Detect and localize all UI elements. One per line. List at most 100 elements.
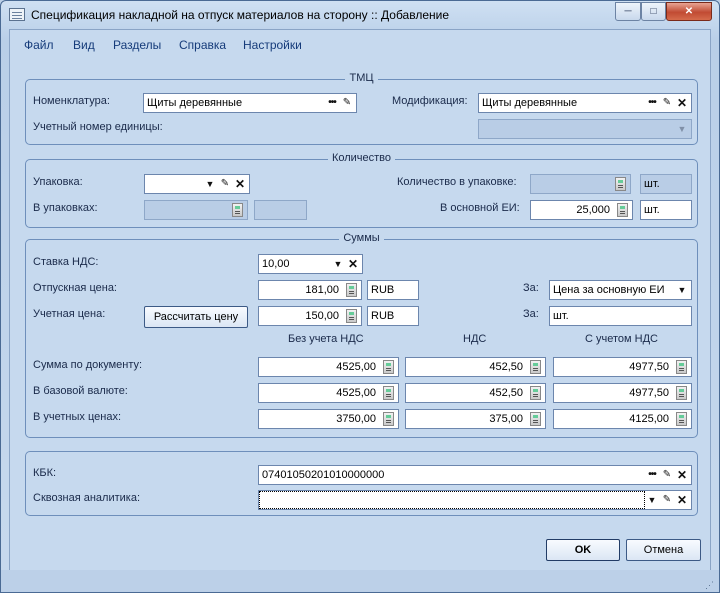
status-bar: ⋰ [1, 570, 719, 592]
resize-grip-icon[interactable]: ⋰ [705, 580, 715, 590]
ok-button[interactable]: OK [546, 539, 620, 561]
calculator-icon[interactable] [383, 412, 394, 426]
amount-value: 4977,50 [629, 361, 669, 373]
account-prices-vat[interactable]: 375,00 [405, 409, 546, 429]
package-select[interactable]: ▼ ✎ ✕ [144, 174, 250, 194]
amount-value: 452,50 [489, 387, 523, 399]
menu-file[interactable]: Файл [24, 38, 54, 52]
in-packages-extra [254, 200, 307, 220]
chevron-down-icon[interactable]: ▼ [675, 122, 689, 136]
account-price-value: 150,00 [305, 310, 339, 322]
calculator-icon[interactable] [346, 283, 357, 297]
qty-in-package-unit: шт. [640, 174, 692, 194]
edit-icon[interactable]: ✎ [660, 493, 674, 507]
calculator-icon[interactable] [617, 203, 628, 217]
amount-value: 452,50 [489, 361, 523, 373]
base-unit-unit: шт. [640, 200, 692, 220]
clear-icon[interactable]: ✕ [675, 96, 689, 110]
quantity-group-title: Количество [327, 152, 396, 164]
base-unit-qty-field[interactable]: 25,000 [530, 200, 633, 220]
base-currency-with-vat[interactable]: 4977,50 [553, 383, 692, 403]
minimize-button[interactable]: ─ [615, 2, 641, 21]
lookup-dots-icon[interactable]: ••• [645, 468, 659, 482]
menu-sections[interactable]: Разделы [113, 38, 161, 52]
edit-icon[interactable]: ✎ [340, 96, 354, 110]
base-currency-vat[interactable]: 452,50 [405, 383, 546, 403]
clear-icon[interactable]: ✕ [675, 468, 689, 482]
account-price-currency: RUB [367, 306, 419, 326]
unit-account-number-select[interactable]: ▼ [478, 119, 692, 139]
sums-group: Суммы Ставка НДС: 10,00 ▼ ✕ Отпускная це… [25, 232, 698, 438]
close-window-button[interactable]: ✕ [666, 2, 712, 21]
nomenclature-value: Щиты деревянные [147, 97, 243, 109]
release-price-field[interactable]: 181,00 [258, 280, 362, 300]
tmc-group: ТМЦ Номенклатура: Щиты деревянные ••• ✎ … [25, 72, 698, 145]
dialog-window: Спецификация накладной на отпуск материа… [0, 0, 720, 593]
sum-document-label: Сумма по документу: [33, 359, 143, 371]
qty-in-package-field[interactable] [530, 174, 631, 194]
amount-value: 4525,00 [336, 361, 376, 373]
calculator-icon[interactable] [530, 386, 541, 400]
client-area: Файл Вид Разделы Справка Настройки ТМЦ Н… [9, 29, 711, 587]
base-currency-without-vat[interactable]: 4525,00 [258, 383, 399, 403]
nomenclature-field[interactable]: Щиты деревянные ••• ✎ [143, 93, 357, 113]
vat-rate-select[interactable]: 10,00 ▼ ✕ [258, 254, 363, 274]
kbk-field[interactable]: 07401050201010000000 ••• ✎ ✕ [258, 465, 692, 485]
lookup-dots-icon[interactable]: ••• [645, 96, 659, 110]
title-bar: Спецификация накладной на отпуск материа… [1, 1, 719, 29]
amount-value: 375,00 [489, 413, 523, 425]
chevron-down-icon[interactable]: ▼ [203, 177, 217, 191]
calculator-icon[interactable] [676, 386, 687, 400]
calculator-icon[interactable] [676, 360, 687, 374]
account-price-unit: шт. [549, 306, 692, 326]
cancel-button[interactable]: Отмена [626, 539, 701, 561]
price-basis-select[interactable]: Цена за основную ЕИ ▼ [549, 280, 692, 300]
calculator-icon[interactable] [530, 360, 541, 374]
for-label-release: За: [523, 282, 539, 294]
account-price-field[interactable]: 150,00 [258, 306, 362, 326]
tmc-group-title: ТМЦ [345, 72, 378, 84]
account-prices-without-vat[interactable]: 3750,00 [258, 409, 399, 429]
modification-field[interactable]: Щиты деревянные ••• ✎ ✕ [478, 93, 692, 113]
extra-group: КБК: 07401050201010000000 ••• ✎ ✕ Сквозн… [25, 451, 698, 516]
clear-icon[interactable]: ✕ [675, 493, 689, 507]
calculator-icon[interactable] [530, 412, 541, 426]
calculator-icon[interactable] [383, 386, 394, 400]
amount-value: 3750,00 [336, 413, 376, 425]
chevron-down-icon[interactable]: ▼ [645, 493, 659, 507]
analytics-select[interactable]: ▼ ✎ ✕ [258, 490, 692, 510]
app-icon [9, 8, 25, 21]
calculate-price-button[interactable]: Рассчитать цену [144, 306, 248, 328]
column-header-with-vat: С учетом НДС [585, 333, 658, 345]
calculator-icon[interactable] [346, 309, 357, 323]
edit-icon[interactable]: ✎ [218, 177, 232, 191]
window-title: Спецификация накладной на отпуск материа… [31, 8, 450, 22]
analytics-input[interactable] [259, 491, 645, 509]
calculator-icon[interactable] [232, 203, 243, 217]
account-price-label: Учетная цена: [33, 308, 106, 320]
sum-document-without-vat[interactable]: 4525,00 [258, 357, 399, 377]
clear-icon[interactable]: ✕ [346, 257, 360, 271]
calculator-icon[interactable] [676, 412, 687, 426]
chevron-down-icon[interactable]: ▼ [675, 283, 689, 297]
sum-document-with-vat[interactable]: 4977,50 [553, 357, 692, 377]
calculator-icon[interactable] [383, 360, 394, 374]
in-packages-field[interactable] [144, 200, 248, 220]
chevron-down-icon[interactable]: ▼ [331, 257, 345, 271]
amount-value: 4525,00 [336, 387, 376, 399]
clear-icon[interactable]: ✕ [233, 177, 247, 191]
menu-help[interactable]: Справка [179, 38, 226, 52]
edit-icon[interactable]: ✎ [660, 96, 674, 110]
calculator-icon[interactable] [615, 177, 626, 191]
sum-document-vat[interactable]: 452,50 [405, 357, 546, 377]
menu-settings[interactable]: Настройки [243, 38, 302, 52]
maximize-button[interactable]: □ [641, 2, 666, 21]
column-header-without-vat: Без учета НДС [288, 333, 364, 345]
account-prices-with-vat[interactable]: 4125,00 [553, 409, 692, 429]
release-price-label: Отпускная цена: [33, 282, 117, 294]
lookup-dots-icon[interactable]: ••• [325, 96, 339, 110]
edit-icon[interactable]: ✎ [660, 468, 674, 482]
qty-in-package-label: Количество в упаковке: [397, 176, 517, 188]
menu-view[interactable]: Вид [73, 38, 95, 52]
sums-group-title: Суммы [339, 232, 384, 244]
